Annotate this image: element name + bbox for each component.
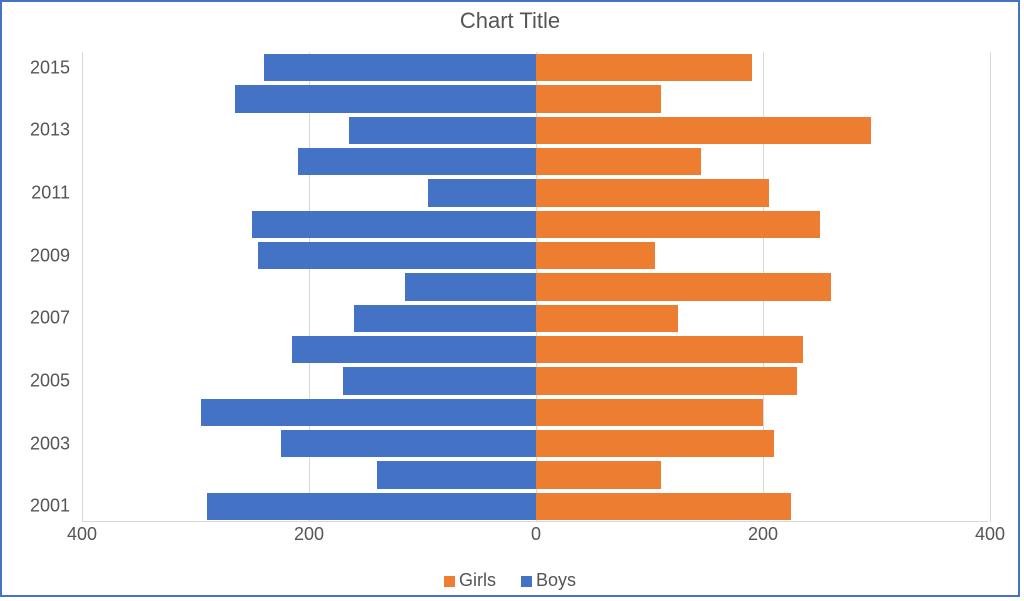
- bar-boys: [235, 85, 536, 113]
- bar-girls: [536, 211, 820, 239]
- legend-item-girls: Girls: [444, 570, 496, 591]
- bar-girls: [536, 117, 871, 145]
- legend: Girls Boys: [2, 570, 1018, 591]
- y-tick-label: 2009: [2, 245, 70, 266]
- bar-girls: [536, 179, 769, 207]
- bar-boys: [201, 399, 536, 427]
- plot-area: [82, 52, 988, 522]
- bar-row: [82, 399, 988, 427]
- y-tick-label: 2003: [2, 433, 70, 454]
- legend-label-boys: Boys: [536, 570, 576, 590]
- legend-item-boys: Boys: [521, 570, 576, 591]
- bar-girls: [536, 399, 763, 427]
- x-tick-label: 200: [748, 524, 778, 545]
- bar-row: [82, 461, 988, 489]
- x-axis-line: [82, 521, 988, 522]
- bar-boys: [405, 273, 536, 301]
- y-tick-label: 2015: [2, 57, 70, 78]
- bar-row: [82, 242, 988, 270]
- bar-boys: [377, 461, 536, 489]
- y-axis-tick-labels: 2001 2003 2005 2007 2009 2011 2013 2015: [2, 52, 78, 522]
- bar-row: [82, 336, 988, 364]
- bar-row: [82, 85, 988, 113]
- bar-boys: [281, 430, 536, 458]
- bar-boys: [292, 336, 536, 364]
- bar-row: [82, 430, 988, 458]
- bar-girls: [536, 430, 774, 458]
- bar-boys: [343, 367, 536, 395]
- bar-boys: [207, 493, 536, 521]
- legend-label-girls: Girls: [459, 570, 496, 590]
- bar-girls: [536, 461, 661, 489]
- bar-boys: [354, 305, 536, 333]
- bar-row: [82, 117, 988, 145]
- bar-girls: [536, 336, 803, 364]
- bar-girls: [536, 242, 655, 270]
- bars-container: [82, 52, 988, 522]
- bar-girls: [536, 54, 752, 82]
- chart-title: Chart Title: [2, 8, 1018, 34]
- x-tick-label: 200: [294, 524, 324, 545]
- x-axis-tick-labels: 4002000200400: [82, 524, 988, 552]
- bar-row: [82, 54, 988, 82]
- bar-row: [82, 273, 988, 301]
- bar-girls: [536, 148, 701, 176]
- legend-swatch-girls: [444, 576, 455, 587]
- y-tick-label: 2005: [2, 371, 70, 392]
- bar-row: [82, 179, 988, 207]
- bar-row: [82, 305, 988, 333]
- bar-girls: [536, 493, 791, 521]
- bar-girls: [536, 273, 831, 301]
- y-tick-label: 2011: [2, 183, 70, 204]
- x-tick-label: 400: [975, 524, 1005, 545]
- x-tick-label: 400: [67, 524, 97, 545]
- bar-boys: [258, 242, 536, 270]
- bar-girls: [536, 367, 797, 395]
- bar-girls: [536, 305, 678, 333]
- chart-frame: Chart Title 2001 2003 2005 2007 2009 2011 2013…: [0, 0, 1020, 597]
- bar-boys: [264, 54, 536, 82]
- y-tick-label: 2013: [2, 120, 70, 141]
- bar-row: [82, 493, 988, 521]
- bar-row: [82, 367, 988, 395]
- bar-boys: [349, 117, 536, 145]
- bar-boys: [298, 148, 536, 176]
- legend-swatch-boys: [521, 576, 532, 587]
- bar-row: [82, 211, 988, 239]
- bar-boys: [252, 211, 536, 239]
- x-tick-label: 0: [531, 524, 541, 545]
- y-tick-label: 2007: [2, 308, 70, 329]
- bar-row: [82, 148, 988, 176]
- bar-girls: [536, 85, 661, 113]
- bar-boys: [428, 179, 536, 207]
- y-tick-label: 2001: [2, 496, 70, 517]
